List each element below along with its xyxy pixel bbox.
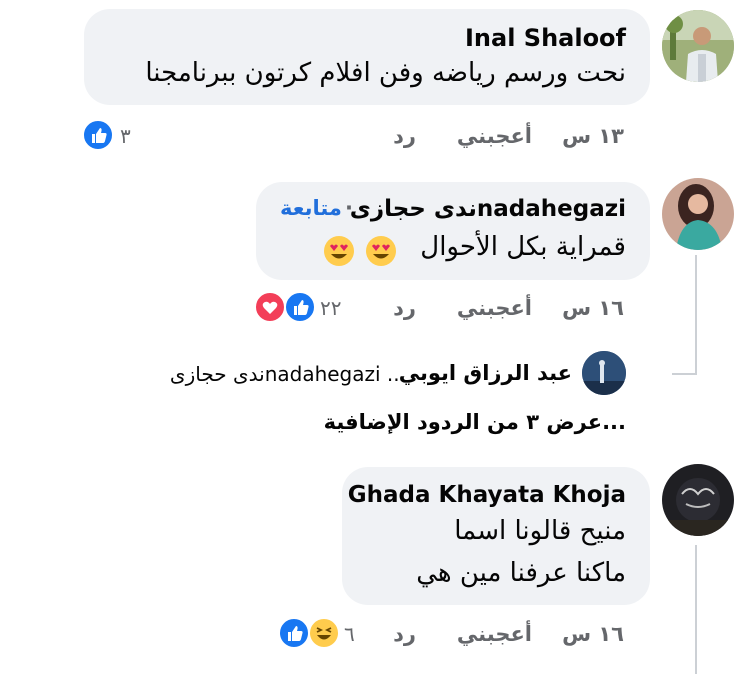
thread-line [695, 255, 697, 375]
reply-button[interactable]: رد [393, 124, 416, 148]
comment-author[interactable]: Ghada Khayata Khoja [348, 482, 626, 508]
reaction-count[interactable]: ٣ [120, 124, 131, 148]
comment-time[interactable]: ١٦ س [562, 296, 624, 320]
haha-reaction-icon [308, 617, 340, 649]
heart-eyes-emoji-icon [366, 236, 396, 266]
reaction-count[interactable]: ٢٢ [320, 296, 341, 320]
comment-text: نحت ورسم رياضه وفن افلام كرتون ببرنامجنا [145, 58, 626, 88]
like-reaction-icon [82, 119, 114, 151]
love-reaction-icon [254, 291, 286, 323]
comment-text-line-2: ماكنا عرفنا مين هي [416, 558, 626, 588]
like-button[interactable]: أعجبني [457, 296, 532, 320]
reply-button[interactable]: رد [393, 622, 416, 646]
thread-line-branch [672, 373, 697, 375]
reply-avatar[interactable] [582, 351, 626, 395]
follow-button[interactable]: متابعة [280, 196, 342, 220]
reply-button[interactable]: رد [393, 296, 416, 320]
calligraphy-image-icon [662, 464, 734, 536]
comment-time[interactable]: ١٦ س [562, 622, 624, 646]
comment-text: قمراية بكل الأحوال [420, 232, 626, 262]
comment-author[interactable]: ندى حجازىnadahegazi [350, 196, 626, 222]
reply-snippet: ندى حجازىnadahegazi ... [169, 362, 406, 386]
like-reaction-icon [284, 291, 316, 323]
like-reaction-icon [278, 617, 310, 649]
comment-time[interactable]: ١٣ س [562, 124, 624, 148]
thread-line [695, 545, 697, 674]
person-photo-icon [662, 10, 734, 82]
like-button[interactable]: أعجبني [457, 124, 532, 148]
comment-text-line-1: منيح قالونا اسما [454, 516, 626, 546]
comment-author[interactable]: Inal Shaloof [465, 24, 626, 52]
heart-eyes-emoji-icon [324, 236, 354, 266]
author-separator: · [345, 196, 353, 220]
reaction-count[interactable]: ٦ [344, 622, 355, 646]
avatar-ghada-khayata-khoja[interactable] [662, 464, 734, 536]
avatar-inal-shaloof[interactable] [662, 10, 734, 82]
person-photo-icon [662, 178, 734, 250]
reply-author[interactable]: عبد الرزاق ايوبي [399, 361, 572, 385]
avatar-nadahegazi[interactable] [662, 178, 734, 250]
view-more-replies-link[interactable]: عرض ٣ من الردود الإضافية... [324, 410, 626, 434]
like-button[interactable]: أعجبني [457, 622, 532, 646]
mosque-image-icon [582, 351, 626, 395]
